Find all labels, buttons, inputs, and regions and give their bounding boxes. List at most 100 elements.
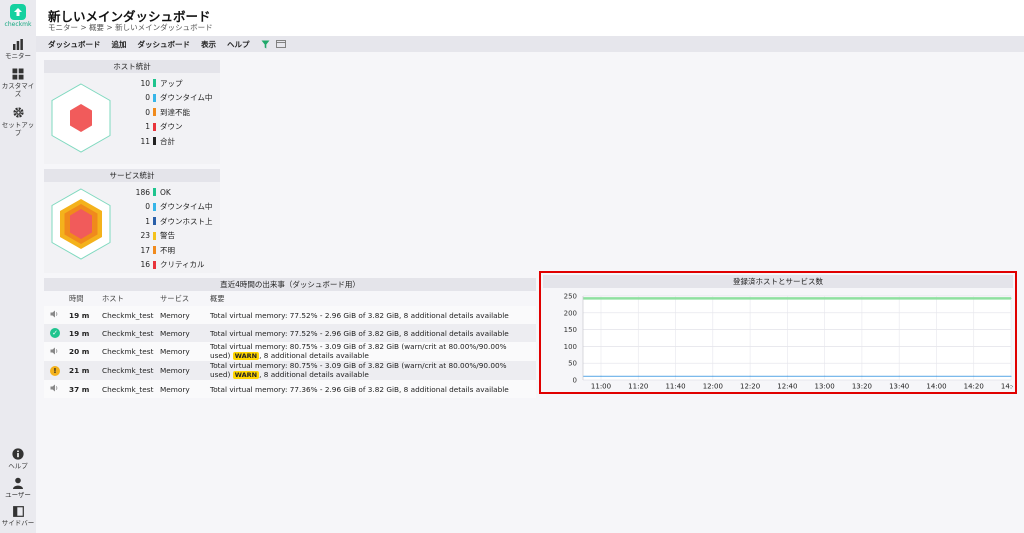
service-stat-row[interactable]: 0 ダウンタイム中 xyxy=(132,200,213,215)
event-host[interactable]: Checkmk_test xyxy=(102,361,160,380)
series-0-point xyxy=(898,297,900,299)
event-icon-cell xyxy=(44,342,69,361)
table-row[interactable]: 37 m Checkmk_test Memory Total virtual memo… xyxy=(44,380,536,398)
service-stat-label: クリティカル xyxy=(160,260,205,270)
host-stat-row[interactable]: 0 ダウンタイム中 xyxy=(132,91,212,106)
event-summary-cell: Total virtual memory: 77.36% - 2.96 GiB … xyxy=(210,380,536,398)
service-stat-label: 不明 xyxy=(160,245,175,255)
series-1-point xyxy=(749,375,751,377)
y-tick-label: 50 xyxy=(568,360,577,368)
series-1-point xyxy=(1010,375,1012,377)
breadcrumb[interactable]: モニター > 概要 > 新しいメインダッシュボード xyxy=(48,22,213,33)
dashboard-content: ホスト統計 10 アップ 0 ダウンタイム中 0 到達不能 1 ダウン 11 合計 サービス統計 … xyxy=(44,58,1020,528)
series-1-point xyxy=(973,375,975,377)
ok-check-icon: ✓ xyxy=(50,328,60,338)
checkmk-logo-icon xyxy=(9,4,26,20)
x-tick-label: 12:40 xyxy=(777,383,797,391)
event-icon-cell xyxy=(44,306,69,324)
y-tick-label: 150 xyxy=(564,326,577,334)
event-service[interactable]: Memory xyxy=(160,361,210,380)
service-stat-row[interactable]: 17 不明 xyxy=(132,243,213,258)
host-stat-label: 合計 xyxy=(160,136,175,146)
service-stat-label: 警告 xyxy=(160,231,175,241)
series-1-point xyxy=(674,375,677,377)
y-tick-label: 0 xyxy=(573,377,577,385)
menu-add[interactable]: 追加 xyxy=(112,39,127,50)
filter-icon[interactable] xyxy=(261,40,270,49)
service-stat-row[interactable]: 16 クリティカル xyxy=(132,258,213,273)
table-row[interactable]: ! 21 m Checkmk_test Memory Total virtual mem… xyxy=(44,361,536,380)
status-color-bar xyxy=(153,231,156,240)
sidebar-item-monitor[interactable]: モニター xyxy=(0,38,36,60)
menu-dashboard-2[interactable]: ダッシュボード xyxy=(138,39,191,50)
hosts-services-chart[interactable]: 0 50 100 150 200 250 11:00 11:20 11:40 12:00 12:20… xyxy=(543,288,1013,391)
event-summary-line2: used) xyxy=(210,351,231,360)
user-icon xyxy=(13,477,23,489)
status-color-bar xyxy=(153,246,156,255)
host-stat-count: 10 xyxy=(140,78,150,88)
event-icon-cell: ✓ xyxy=(44,324,69,342)
series-0-point xyxy=(1010,297,1012,299)
dashlet-title: ホスト統計 xyxy=(44,60,220,73)
event-host[interactable]: Checkmk_test xyxy=(102,306,160,324)
service-stats-rows: 186 OK 0 ダウンタイム中 1 ダウンホスト上 23 警告 17 不明 16 クリティカル xyxy=(132,185,213,272)
event-service[interactable]: Memory xyxy=(160,342,210,361)
main-area: 新しいメインダッシュボード モニター > 概要 > 新しいメインダッシュボード … xyxy=(36,0,1024,533)
series-0-point xyxy=(935,297,938,299)
event-service[interactable]: Memory xyxy=(160,324,210,342)
host-hexagon-chart[interactable] xyxy=(46,82,116,154)
menu-view[interactable]: 表示 xyxy=(201,39,216,50)
service-stat-row[interactable]: 186 OK xyxy=(132,185,213,200)
sidebar-item-sidebar[interactable]: サイドバー xyxy=(0,506,36,527)
speaker-icon xyxy=(50,310,59,320)
page: checkmk モニター カスタマイズ セットアップ ヘルプ ユーザー サイドバ… xyxy=(0,0,1024,533)
event-summary: Total virtual memory: 77.36% - 2.96 GiB … xyxy=(210,384,509,394)
event-service[interactable]: Memory xyxy=(160,380,210,398)
host-stat-row[interactable]: 1 ダウン xyxy=(132,120,212,135)
host-stat-row[interactable]: 11 合計 xyxy=(132,134,212,149)
sidebar-item-label: モニター xyxy=(5,52,31,60)
status-color-bar xyxy=(153,260,156,269)
table-row[interactable]: 20 m Checkmk_test Memory Total virtual memo… xyxy=(44,342,536,361)
sidebar-item-label: セットアップ xyxy=(1,121,35,137)
events-dashlet: 直近4時間の出来事（ダッシュボード用） 時間 ホスト サービス 概要 19 mC… xyxy=(44,278,536,398)
event-host[interactable]: Checkmk_test xyxy=(102,324,160,342)
col-host[interactable]: ホスト xyxy=(102,291,160,306)
event-host[interactable]: Checkmk_test xyxy=(102,342,160,361)
sidebar-item-user[interactable]: ユーザー xyxy=(0,477,36,499)
event-summary-cell: Total virtual memory: 77.52% - 2.96 GiB … xyxy=(210,306,536,324)
host-stat-row[interactable]: 10 アップ xyxy=(132,76,212,91)
event-host[interactable]: Checkmk_test xyxy=(102,380,160,398)
menu-help[interactable]: ヘルプ xyxy=(227,39,250,50)
event-time: 19 m xyxy=(69,324,102,342)
host-stat-row[interactable]: 0 到達不能 xyxy=(132,105,212,120)
event-service[interactable]: Memory xyxy=(160,306,210,324)
sidebar-item-help[interactable]: ヘルプ xyxy=(0,448,36,470)
series-0-point xyxy=(637,297,639,299)
x-tick-label: 12:20 xyxy=(740,383,760,391)
sidebar-item-setup[interactable]: セットアップ xyxy=(0,106,36,137)
table-row[interactable]: ✓ 19 m Checkmk_test Memory Total virtual mem… xyxy=(44,324,536,342)
x-tick-label: 12:00 xyxy=(703,383,723,391)
status-color-bar xyxy=(153,93,156,102)
graph-highlight-box: 登録済ホストとサービス数 0 50 100 150 200 250 11:00 11:20 11… xyxy=(539,271,1017,394)
checkmk-logo[interactable]: checkmk xyxy=(5,4,31,28)
series-1-point xyxy=(600,375,602,377)
col-time[interactable]: 時間 xyxy=(69,291,102,306)
layout-edit-icon[interactable] xyxy=(275,40,286,48)
warn-badge: WARN xyxy=(232,352,260,360)
x-tick-label: 11:40 xyxy=(665,383,685,391)
sidebar-item-customize[interactable]: カスタマイズ xyxy=(0,68,36,98)
table-row[interactable]: 19 m Checkmk_test Memory Total virtual memo… xyxy=(44,306,536,324)
grid-icon xyxy=(12,68,24,80)
service-stat-row[interactable]: 1 ダウンホスト上 xyxy=(132,214,212,229)
menu-dashboard[interactable]: ダッシュボード xyxy=(48,39,101,50)
col-summary[interactable]: 概要 xyxy=(210,291,536,306)
service-stat-row[interactable]: 23 警告 xyxy=(132,229,213,244)
col-service[interactable]: サービス xyxy=(160,291,210,306)
dashlet-title: 直近4時間の出来事（ダッシュボード用） xyxy=(44,278,536,291)
event-icon-cell: ! xyxy=(44,361,69,380)
event-summary-line1: Total virtual memory: 80.75% - 3.09 GiB … xyxy=(210,361,507,370)
col-icon xyxy=(44,291,69,306)
service-hexagon-chart[interactable] xyxy=(46,187,116,261)
